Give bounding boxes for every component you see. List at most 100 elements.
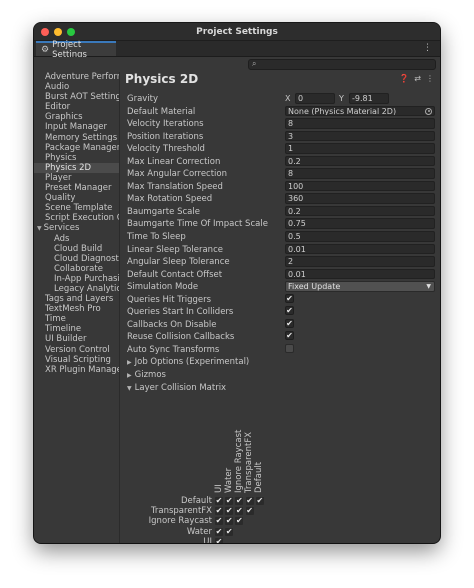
matrix-collision-checkbox[interactable]: ✔ — [215, 527, 223, 536]
sidebar-item-memory-settings[interactable]: Memory Settings — [34, 133, 119, 143]
sidebar-item-ads[interactable]: Ads — [34, 234, 119, 244]
sidebar-item-quality[interactable]: Quality — [34, 193, 119, 203]
auto-sync-transforms-checkbox[interactable] — [285, 343, 294, 353]
matrix-collision-checkbox[interactable]: ✔ — [225, 507, 234, 516]
zoom-window-button[interactable] — [67, 28, 75, 36]
collapsed-triangle-icon[interactable]: ▶ — [127, 359, 132, 366]
velocity-iterations-field[interactable]: 8 — [285, 118, 435, 129]
default-material-field[interactable]: None (Physics Material 2D) — [285, 105, 435, 117]
sidebar-item-script-execution-order[interactable]: Script Execution Order — [34, 213, 119, 223]
matrix-collision-checkbox[interactable]: ✔ — [215, 507, 223, 516]
baumgarte-time-of-impact-scale-field[interactable]: 0.75 — [285, 218, 435, 229]
sidebar-divider[interactable] — [119, 72, 120, 543]
gravity-y-label[interactable]: Y — [339, 94, 344, 103]
default-contact-offset-field[interactable]: 0.01 — [285, 268, 435, 280]
matrix-collision-checkbox[interactable]: ✔ — [235, 507, 244, 516]
property-label: Velocity Threshold — [127, 144, 205, 155]
property-label: Max Rotation Speed — [127, 194, 213, 205]
velocity-threshold-field[interactable]: 1 — [285, 143, 435, 154]
sidebar-item-visual-scripting[interactable]: Visual Scripting — [34, 355, 119, 365]
sidebar-item-label: Input Manager — [45, 122, 107, 133]
callbacks-on-disable-checkbox[interactable]: ✔ — [285, 318, 294, 328]
sidebar-item-physics-2d[interactable]: Physics 2D — [34, 162, 119, 173]
max-translation-speed-field[interactable]: 100 — [285, 180, 435, 192]
row-time-to-sleep: Time To Sleep 0.5 — [123, 230, 437, 243]
position-iterations-field[interactable]: 3 — [285, 130, 435, 142]
search-box[interactable]: ⌕ — [248, 59, 436, 70]
max-rotation-speed-field[interactable]: 360 — [285, 193, 435, 204]
foldout-gizmos[interactable]: ▶ Gizmos — [123, 368, 437, 381]
minimize-window-button[interactable] — [54, 28, 62, 36]
gravity-x-label[interactable]: X — [285, 94, 290, 103]
close-window-button[interactable] — [41, 28, 49, 36]
sidebar-item-xr-plugin-management[interactable]: XR Plugin Management — [34, 365, 119, 375]
sidebar-item-time[interactable]: Time — [34, 314, 119, 324]
time-to-sleep-field[interactable]: 0.5 — [285, 231, 435, 242]
matrix-collision-checkbox[interactable]: ✔ — [255, 497, 264, 505]
gravity-x-field[interactable]: 0 — [295, 93, 335, 104]
matrix-collision-checkbox[interactable]: ✔ — [245, 507, 254, 516]
sidebar-item-version-control[interactable]: Version Control — [34, 345, 119, 355]
sidebar-item-ui-builder[interactable]: UI Builder — [34, 334, 119, 344]
sidebar-item-package-manager[interactable]: Package Manager — [34, 143, 119, 153]
search-input[interactable] — [261, 60, 431, 69]
sidebar-item-preset-manager[interactable]: Preset Manager — [34, 183, 119, 193]
foldout-layer-matrix[interactable]: ▼ Layer Collision Matrix — [123, 381, 437, 394]
foldout-label: Gizmos — [134, 370, 166, 381]
matrix-collision-checkbox[interactable]: ✔ — [215, 497, 223, 505]
expand-triangle-icon[interactable]: ▼ — [37, 225, 42, 232]
simulation-mode-dropdown[interactable]: Fixed Update ▼ — [285, 281, 435, 292]
sidebar-item-graphics[interactable]: Graphics — [34, 112, 119, 122]
sidebar-item-audio[interactable]: Audio — [34, 82, 119, 92]
matrix-collision-checkbox[interactable]: ✔ — [225, 527, 234, 536]
kebab-icon[interactable]: ⋮ — [423, 43, 432, 53]
kebab-icon[interactable]: ⋮ — [426, 74, 434, 83]
matrix-collision-checkbox[interactable]: ✔ — [225, 497, 234, 505]
sidebar-item-tags-and-layers[interactable]: Tags and Layers — [34, 294, 119, 304]
sidebar-item-in-app-purchasing[interactable]: In-App Purchasing — [34, 274, 119, 284]
row-max-rotation-speed: Max Rotation Speed 360 — [123, 192, 437, 205]
tab-project-settings[interactable]: ⚙ Project Settings — [36, 40, 116, 60]
baumgarte-scale-field[interactable]: 0.2 — [285, 205, 435, 217]
angular-sleep-tolerance-field[interactable]: 2 — [285, 256, 435, 267]
sidebar-item-physics[interactable]: Physics — [34, 153, 119, 163]
matrix-column-label: Default — [254, 461, 265, 493]
sidebar-item-editor[interactable]: Editor — [34, 102, 119, 112]
sidebar-item-timeline[interactable]: Timeline — [34, 324, 119, 334]
sidebar-item-adventure-performance[interactable]: Adventure Performance — [34, 72, 119, 82]
layer-collision-matrix: UI Water Ignore Raycast TransparentFX Defaul… — [123, 412, 437, 543]
sidebar-item-scene-template[interactable]: Scene Template — [34, 203, 119, 213]
sidebar-item-textmesh-pro[interactable]: TextMesh Pro — [34, 304, 119, 314]
matrix-collision-checkbox[interactable]: ✔ — [225, 517, 234, 526]
preset-icon[interactable]: ⇄ — [414, 74, 421, 83]
sidebar-item-player[interactable]: Player — [34, 173, 119, 183]
matrix-collision-checkbox[interactable]: ✔ — [215, 537, 223, 543]
reuse-collision-callbacks-checkbox[interactable]: ✔ — [285, 331, 294, 341]
field-value: 0.5 — [288, 232, 301, 242]
sidebar-item-cloud-build[interactable]: Cloud Build — [34, 244, 119, 254]
queries-start-in-colliders-checkbox[interactable]: ✔ — [285, 306, 294, 316]
max-linear-correction-field[interactable]: 0.2 — [285, 155, 435, 167]
sidebar-item-label: Legacy Analytics — [54, 283, 119, 294]
matrix-collision-checkbox[interactable]: ✔ — [215, 517, 223, 526]
object-picker-icon[interactable] — [425, 107, 432, 115]
linear-sleep-tolerance-field[interactable]: 0.01 — [285, 243, 435, 255]
collapsed-triangle-icon[interactable]: ▶ — [127, 372, 132, 379]
help-icon[interactable]: ❓ — [399, 74, 409, 83]
gravity-y-field[interactable]: -9.81 — [349, 93, 389, 104]
sidebar-item-label: In-App Purchasing — [54, 273, 119, 284]
sidebar-item-legacy-analytics[interactable]: Legacy Analytics — [34, 284, 119, 294]
sidebar-item-collaborate[interactable]: Collaborate — [34, 264, 119, 274]
row-max-angular-correction: Max Angular Correction 8 — [123, 167, 437, 180]
matrix-collision-checkbox[interactable]: ✔ — [235, 497, 244, 505]
sidebar-item-burst-aot-settings[interactable]: Burst AOT Settings — [34, 92, 119, 102]
foldout-job-options[interactable]: ▶ Job Options (Experimental) — [123, 355, 437, 368]
sidebar-item-input-manager[interactable]: Input Manager — [34, 122, 119, 132]
sidebar-item-services[interactable]: ▼ Services — [34, 223, 119, 233]
max-angular-correction-field[interactable]: 8 — [285, 168, 435, 179]
matrix-collision-checkbox[interactable]: ✔ — [245, 497, 254, 505]
sidebar-item-cloud-diagnostics[interactable]: Cloud Diagnostics — [34, 254, 119, 264]
expanded-triangle-icon[interactable]: ▼ — [127, 385, 132, 392]
queries-hit-triggers-checkbox[interactable]: ✔ — [285, 293, 294, 303]
matrix-collision-checkbox[interactable]: ✔ — [235, 517, 244, 526]
